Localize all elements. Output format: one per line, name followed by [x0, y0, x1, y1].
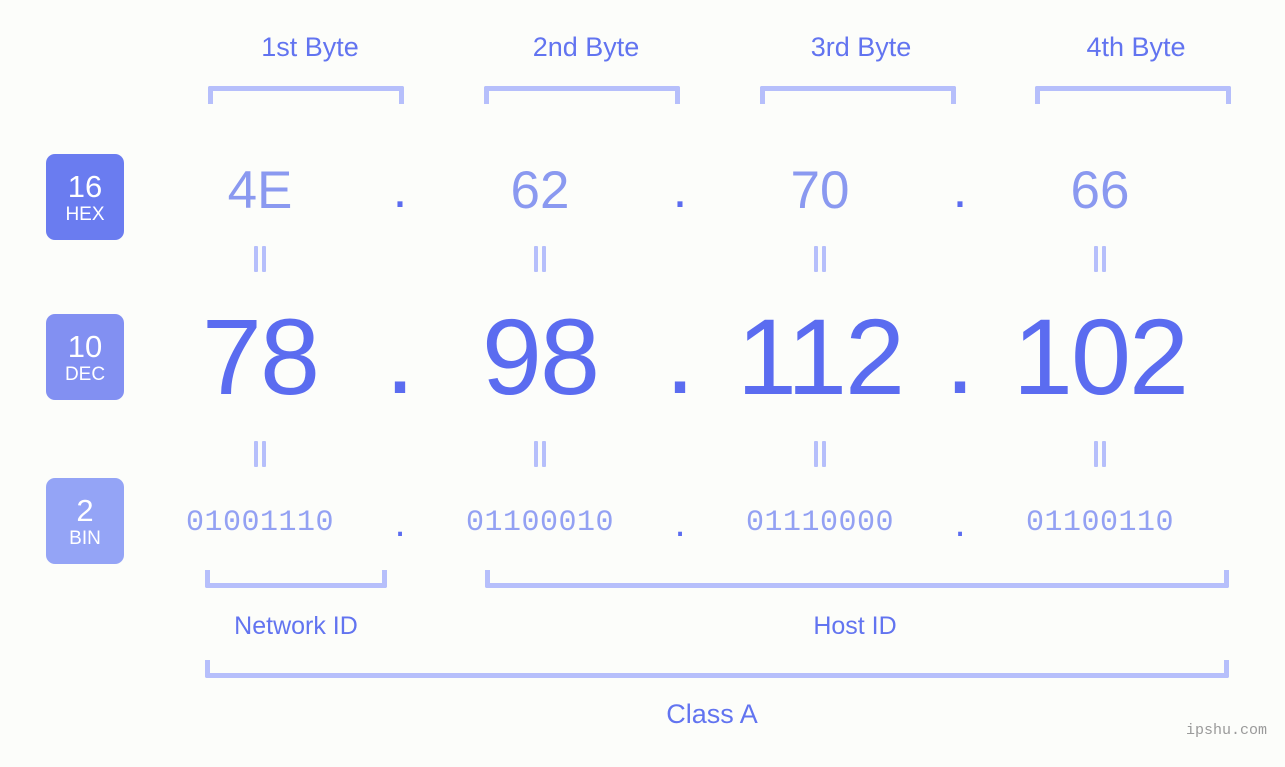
equals-mark-5 [140, 441, 380, 467]
byte-header-2: 2nd Byte [532, 32, 640, 62]
bin-byte-2: 01100010 [465, 506, 615, 540]
network-id-bracket [205, 570, 387, 588]
bin-separator-1: . [394, 501, 406, 545]
equals-row-dec-bin [140, 441, 1260, 467]
base-badge-dec: 10 DEC [46, 314, 124, 400]
dec-byte-4: 102 [1012, 295, 1189, 417]
dec-separator-2: . [664, 295, 695, 417]
binary-value-row: 01001110 . 01100010 . 01110000 . 0110011… [140, 492, 1260, 554]
hex-byte-1: 4E [227, 160, 293, 220]
byte-header-3: 3rd Byte [810, 32, 912, 62]
hex-separator-1: . [392, 160, 408, 220]
class-bracket [205, 660, 1229, 678]
base-badge-bin-number: 2 [76, 492, 94, 528]
dec-separator-1: . [384, 295, 415, 417]
hex-value-row: 4E . 62 . 70 . 66 [140, 150, 1260, 230]
hex-byte-3: 70 [790, 160, 850, 220]
byte-bracket-4 [1035, 86, 1231, 104]
bin-separator-2: . [674, 501, 686, 545]
hex-byte-4: 66 [1070, 160, 1130, 220]
equals-mark-3 [700, 246, 940, 272]
base-badge-dec-abbr: DEC [64, 363, 106, 385]
host-id-label: Host ID [813, 612, 897, 640]
byte-bracket-3 [760, 86, 956, 104]
base-badge-dec-number: 10 [67, 328, 103, 364]
byte-bracket-1 [208, 86, 404, 104]
base-badge-bin-abbr: BIN [69, 527, 101, 549]
equals-mark-7 [700, 441, 940, 467]
watermark: ipshu.com [1185, 722, 1267, 739]
base-badge-hex-number: 16 [67, 168, 103, 204]
hex-separator-2: . [672, 160, 688, 220]
class-label: Class A [666, 699, 758, 729]
equals-mark-2 [420, 246, 660, 272]
dec-byte-3: 112 [736, 295, 905, 417]
equals-mark-4 [980, 246, 1220, 272]
bin-separator-3: . [954, 501, 966, 545]
bin-byte-3: 01110000 [745, 506, 895, 540]
decimal-value-row: 78 . 98 . 112 . 102 [140, 292, 1260, 420]
hex-separator-3: . [952, 160, 968, 220]
byte-bracket-2 [484, 86, 680, 104]
equals-row-hex-dec [140, 246, 1260, 272]
byte-header-4: 4th Byte [1086, 32, 1186, 62]
equals-mark-1 [140, 246, 380, 272]
hex-byte-2: 62 [510, 160, 570, 220]
dec-byte-2: 98 [481, 295, 600, 417]
bin-byte-4: 01100110 [1025, 506, 1175, 540]
base-badge-bin: 2 BIN [46, 478, 124, 564]
ip-address-breakdown-diagram: 1st Byte 2nd Byte 3rd Byte 4th Byte 16 H… [0, 0, 1285, 767]
equals-mark-8 [980, 441, 1220, 467]
bin-byte-1: 01001110 [185, 506, 335, 540]
dec-byte-1: 78 [201, 295, 320, 417]
byte-header-1: 1st Byte [261, 32, 359, 62]
equals-mark-6 [420, 441, 660, 467]
host-id-bracket [485, 570, 1229, 588]
base-badge-hex-abbr: HEX [65, 203, 105, 225]
base-badge-hex: 16 HEX [46, 154, 124, 240]
dec-separator-3: . [944, 295, 975, 417]
network-id-label: Network ID [234, 612, 358, 640]
